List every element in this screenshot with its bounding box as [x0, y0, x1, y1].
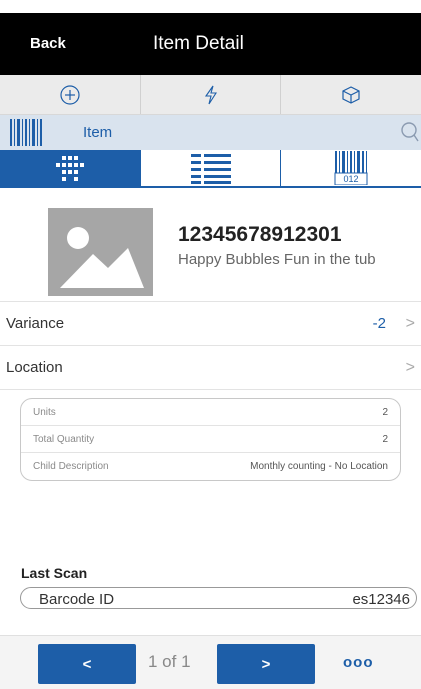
- lightning-icon: [204, 85, 217, 104]
- barcode-badge: 012: [344, 174, 359, 184]
- chevron-right-icon: >: [405, 315, 415, 332]
- previous-button[interactable]: <: [38, 644, 136, 684]
- back-button[interactable]: Back: [30, 35, 66, 52]
- item-search-bar[interactable]: Item: [0, 115, 421, 150]
- item-description: Happy Bubbles Fun in the tub: [178, 251, 376, 268]
- list-view-icon: [190, 154, 231, 184]
- location-row[interactable]: Location >: [0, 346, 421, 390]
- app-header: Back Item Detail: [0, 13, 421, 75]
- item-summary: 12345678912301 Happy Bubbles Fun in the …: [0, 188, 421, 302]
- detail-value: 2: [382, 434, 388, 445]
- detail-row: Total Quantity 2: [21, 426, 400, 453]
- add-button[interactable]: [0, 75, 141, 114]
- detail-value: 2: [382, 407, 388, 418]
- variance-row[interactable]: Variance -2 >: [0, 302, 421, 346]
- next-button[interactable]: >: [217, 644, 315, 684]
- barcode-scan-icon[interactable]: [10, 117, 50, 147]
- item-sku: 12345678912301: [178, 223, 342, 246]
- pagination-footer: < 1 of 1 > ooo: [0, 635, 421, 689]
- package-button[interactable]: [281, 75, 421, 114]
- chevron-right-icon: >: [405, 359, 415, 376]
- detail-label: Units: [33, 407, 56, 418]
- last-scan-title: Last Scan: [21, 565, 88, 581]
- status-gap: [0, 0, 421, 13]
- detail-label: Child Description: [33, 461, 109, 472]
- barcode-id-label: Barcode ID: [39, 591, 115, 608]
- tab-list-view[interactable]: [140, 150, 282, 188]
- detail-label: Total Quantity: [33, 434, 95, 445]
- box-icon: [342, 85, 360, 104]
- action-bar: [0, 75, 421, 115]
- quick-action-button[interactable]: [141, 75, 282, 114]
- details-card: Units 2 Total Quantity 2 Child Descripti…: [20, 398, 401, 481]
- page-title: Item Detail: [153, 33, 244, 54]
- add-icon: [60, 84, 80, 105]
- detail-row: Child Description Monthly counting - No …: [21, 453, 400, 480]
- item-image-placeholder: [48, 208, 153, 296]
- search-icon[interactable]: [399, 121, 419, 143]
- search-label: Item: [83, 124, 113, 141]
- image-icon: [60, 227, 144, 288]
- more-options-button[interactable]: ooo: [343, 654, 374, 671]
- page-indicator: 1 of 1: [148, 652, 191, 671]
- location-label: Location: [6, 359, 63, 376]
- tab-grid-view[interactable]: [0, 150, 141, 188]
- last-scan-field: Barcode ID es12346: [20, 587, 417, 609]
- barcode-id-value: es12346: [352, 591, 410, 608]
- detail-row: Units 2: [21, 399, 400, 426]
- grid-view-icon: [55, 156, 84, 181]
- detail-value: Monthly counting - No Location: [250, 461, 388, 472]
- view-tabs: 012: [0, 150, 421, 188]
- variance-value: -2: [372, 315, 386, 332]
- barcode-view-icon: 012: [334, 151, 368, 185]
- variance-label: Variance: [6, 315, 65, 332]
- tab-barcode-view[interactable]: 012: [281, 150, 421, 188]
